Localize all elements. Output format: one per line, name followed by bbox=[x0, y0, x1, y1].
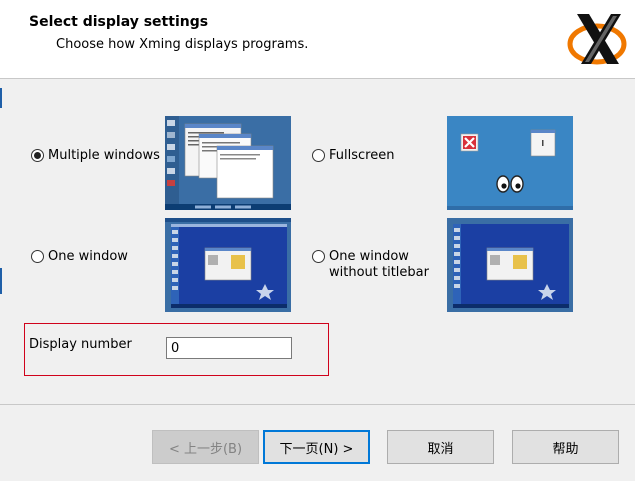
multiple-windows-preview-icon bbox=[165, 116, 291, 210]
fullscreen-preview-icon bbox=[447, 116, 573, 210]
cancel-button[interactable]: 取消 bbox=[387, 430, 494, 464]
next-button[interactable]: 下一页(N) > bbox=[263, 430, 370, 464]
one-window-label: One window bbox=[48, 249, 128, 264]
multiple-windows-label: Multiple windows bbox=[48, 148, 160, 163]
footer-separator bbox=[0, 404, 635, 405]
page-subtitle: Choose how Xming displays programs. bbox=[56, 37, 309, 52]
back-button[interactable]: < 上一步(B) bbox=[152, 430, 259, 464]
multiple-windows-radio[interactable]: Multiple windows bbox=[31, 148, 160, 164]
one-window-no-titlebar-label: One window without titlebar bbox=[329, 249, 429, 280]
one-window-radio[interactable]: One window bbox=[31, 249, 128, 265]
help-button[interactable]: 帮助 bbox=[512, 430, 619, 464]
display-number-input[interactable] bbox=[166, 337, 292, 359]
left-edge-strip bbox=[0, 88, 2, 108]
fullscreen-radio[interactable]: Fullscreen bbox=[312, 148, 394, 164]
one-window-preview-icon bbox=[165, 218, 291, 312]
radio-unchecked-icon[interactable] bbox=[31, 250, 44, 263]
radio-checked-icon[interactable] bbox=[31, 149, 44, 162]
page-title: Select display settings bbox=[29, 14, 209, 30]
wizard-header: Select display settings Choose how Xming… bbox=[0, 0, 635, 79]
one-window-no-titlebar-preview-icon bbox=[447, 218, 573, 312]
xming-logo-icon bbox=[567, 14, 627, 65]
fullscreen-label: Fullscreen bbox=[329, 148, 395, 163]
left-edge-strip bbox=[0, 268, 2, 294]
display-number-label: Display number bbox=[29, 337, 132, 352]
one-window-no-titlebar-radio[interactable]: One window without titlebar bbox=[312, 249, 429, 281]
radio-unchecked-icon[interactable] bbox=[312, 149, 325, 162]
radio-unchecked-icon[interactable] bbox=[312, 250, 325, 263]
